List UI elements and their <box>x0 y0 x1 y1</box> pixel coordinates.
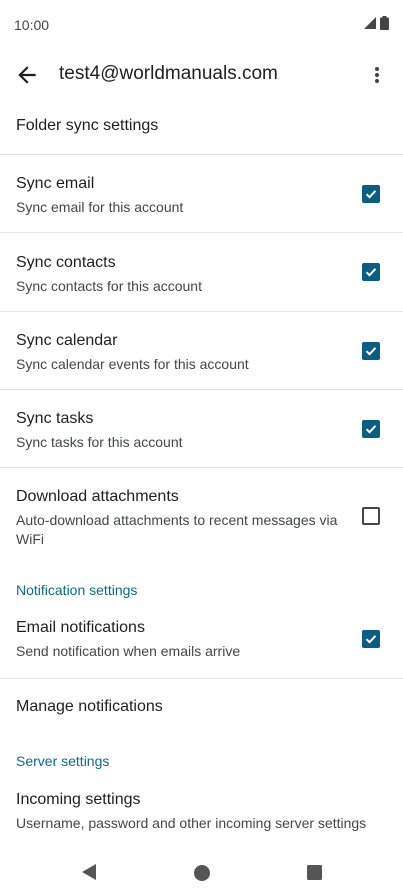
manage-notifications-row[interactable]: Manage notifications <box>0 698 403 722</box>
status-icons <box>364 16 389 30</box>
row-title: Incoming settings <box>16 791 141 808</box>
row-title: Download attachments <box>16 488 179 505</box>
app-bar: test4@worldmanuals.com <box>0 50 403 98</box>
row-title: Sync email <box>16 175 95 192</box>
row-subtitle: Auto-download attachments to recent mess… <box>16 512 338 547</box>
row-title: Sync calendar <box>16 332 118 349</box>
nav-recents-icon[interactable] <box>307 865 322 880</box>
divider <box>0 311 403 312</box>
notification-settings-header: Notification settings <box>16 582 138 598</box>
divider <box>0 678 403 679</box>
nav-back-icon[interactable] <box>81 863 97 881</box>
row-subtitle: Sync contacts for this account <box>16 278 202 294</box>
folder-sync-settings-item[interactable]: Folder sync settings <box>16 117 158 135</box>
row-title: Email notifications <box>16 619 145 636</box>
row-title: Sync tasks <box>16 410 94 427</box>
checkbox-checked-icon <box>365 190 377 199</box>
divider <box>0 154 403 155</box>
sync-email-checkbox[interactable] <box>362 185 380 203</box>
row-subtitle: Sync tasks for this account <box>16 434 183 450</box>
back-arrow-icon[interactable] <box>14 62 40 88</box>
sync-tasks-checkbox[interactable] <box>362 420 380 438</box>
checkbox-checked-icon <box>365 268 377 277</box>
download-attachments-checkbox[interactable] <box>362 507 380 525</box>
signal-icon <box>364 17 376 29</box>
row-title: Manage notifications <box>16 698 163 715</box>
checkbox-checked-icon <box>365 425 377 434</box>
divider <box>0 467 403 468</box>
account-title: test4@worldmanuals.com <box>59 63 278 84</box>
sync-calendar-row[interactable]: Sync calendar Sync calendar events for t… <box>0 332 403 372</box>
status-time: 10:00 <box>14 17 50 33</box>
incoming-settings-row[interactable]: Incoming settings Username, password and… <box>0 791 403 831</box>
email-notifications-checkbox[interactable] <box>362 630 380 648</box>
divider <box>0 389 403 390</box>
row-subtitle: Username, password and other incoming se… <box>16 815 367 831</box>
more-vert-icon[interactable] <box>365 62 389 88</box>
row-title: Sync contacts <box>16 254 116 271</box>
server-settings-header: Server settings <box>16 753 110 769</box>
row-subtitle: Sync calendar events for this account <box>16 356 249 372</box>
row-subtitle: Sync email for this account <box>16 199 184 215</box>
row-subtitle: Send notification when emails arrive <box>16 643 241 659</box>
sync-contacts-row[interactable]: Sync contacts Sync contacts for this acc… <box>0 254 403 294</box>
nav-home-icon[interactable] <box>194 865 210 881</box>
divider <box>0 232 403 233</box>
sync-email-row[interactable]: Sync email Sync email for this account <box>0 175 403 215</box>
sync-tasks-row[interactable]: Sync tasks Sync tasks for this account <box>0 410 403 450</box>
status-bar: 10:00 <box>0 0 403 48</box>
checkbox-unchecked-icon <box>364 509 378 523</box>
checkbox-checked-icon <box>365 347 377 356</box>
sync-calendar-checkbox[interactable] <box>362 342 380 360</box>
email-notifications-row[interactable]: Email notifications Send notification wh… <box>0 619 403 659</box>
battery-icon <box>380 16 389 30</box>
download-attachments-row[interactable]: Download attachments Auto-download attac… <box>0 488 403 548</box>
sync-contacts-checkbox[interactable] <box>362 263 380 281</box>
checkbox-checked-icon <box>365 635 377 644</box>
